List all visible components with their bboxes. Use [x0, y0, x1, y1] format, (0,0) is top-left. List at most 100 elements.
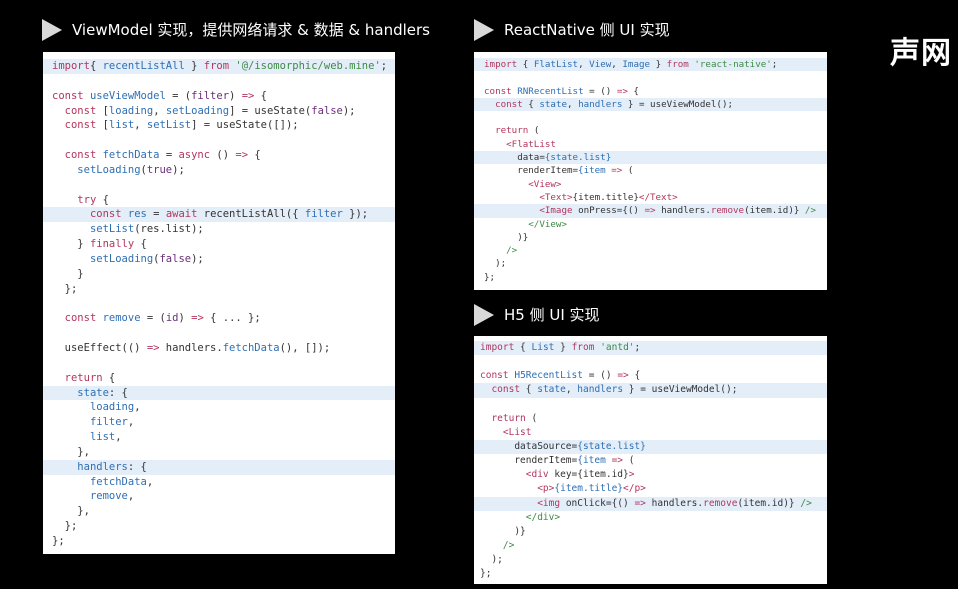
- code-token: = (): [583, 85, 617, 97]
- code-token: recentListAll: [102, 60, 185, 72]
- code-token: </View>: [528, 218, 567, 230]
- code-token: async: [178, 149, 211, 162]
- code-token: import: [480, 342, 515, 353]
- code-token: remove: [703, 497, 738, 509]
- code-token: remove: [89, 490, 128, 503]
- code-line: const H5RecentList = () => {: [474, 369, 827, 383]
- code-token: handlers: [77, 460, 128, 473]
- code-token: {: [254, 89, 267, 102]
- code-token: const: [491, 384, 521, 396]
- code-token: View: [589, 59, 612, 70]
- code-token: const: [89, 208, 122, 221]
- code-token: >: [628, 469, 635, 481]
- code-token: (): [210, 149, 236, 162]
- viewmodel-code-block: import{ recentListAll } from '@/isomorph…: [43, 59, 395, 549]
- code-token: );: [484, 258, 507, 270]
- code-token: loading: [89, 401, 135, 414]
- code-token: ,: [567, 98, 579, 110]
- code-token: ;: [771, 59, 778, 70]
- code-token: loading: [108, 104, 154, 117]
- code-token: =>: [611, 165, 623, 177]
- code-line: <div key={item.id}>: [474, 468, 827, 482]
- code-line: )}: [474, 525, 827, 539]
- code-line: useEffect(() => handlers.fetchData(), []…: [43, 341, 395, 356]
- code-token: setLoading: [165, 104, 230, 117]
- code-line: setLoading(true);: [43, 163, 395, 178]
- code-token: } = useViewModel();: [623, 384, 738, 396]
- code-token: try: [77, 193, 97, 206]
- code-token: = (): [582, 370, 618, 382]
- code-token: )}: [484, 231, 529, 243]
- code-token: =>: [241, 89, 255, 102]
- highlighted-code-line: const res = await recentListAll({ filter…: [43, 207, 395, 223]
- code-line: />: [474, 539, 827, 553]
- code-token: </p>: [623, 483, 646, 495]
- highlighted-code-line: import { List } from 'antd';: [474, 341, 827, 356]
- code-token: />: [506, 245, 518, 257]
- code-line: />: [474, 244, 827, 257]
- play-triangle-icon: [42, 19, 62, 41]
- code-token: ): [178, 312, 192, 325]
- code-token: handlers: [578, 98, 623, 110]
- code-token: filter: [191, 89, 230, 102]
- code-token: =>: [146, 342, 160, 355]
- code-token: };: [484, 271, 496, 283]
- code-token: },: [52, 445, 90, 458]
- code-token: />: [800, 497, 812, 509]
- code-token: = (: [140, 312, 166, 325]
- code-token: }: [52, 238, 90, 251]
- code-token: handlers.: [159, 342, 223, 355]
- code-line: );: [474, 257, 827, 270]
- code-token: <img: [537, 497, 561, 509]
- code-line: setLoading(false);: [43, 252, 395, 267]
- code-token: ,: [146, 475, 154, 488]
- code-token: <Text>: [539, 191, 573, 203]
- code-token: RNRecentList: [517, 85, 584, 97]
- code-token: state: [77, 386, 109, 399]
- h5-section-title: H5 侧 UI 实现: [474, 304, 600, 326]
- code-token: );: [480, 554, 503, 566]
- code-token: return: [64, 371, 103, 384]
- code-token: finally: [89, 238, 135, 251]
- code-token: {item.title}: [554, 483, 624, 495]
- code-line: </div>: [474, 511, 827, 525]
- code-token: id: [165, 312, 179, 325]
- code-token: {state.list}: [544, 152, 612, 164]
- code-line: setList(res.list);: [43, 222, 395, 237]
- code-token: (), []);: [279, 342, 331, 355]
- code-token: H5RecentList: [514, 370, 583, 382]
- code-token: {: [517, 59, 534, 70]
- code-token: {item: [577, 455, 606, 467]
- code-token: (item.id)}: [737, 497, 801, 509]
- play-triangle-icon: [474, 19, 494, 41]
- code-token: false: [311, 104, 343, 117]
- code-line: )}: [474, 231, 827, 244]
- code-line: <p>{item.title}</p>: [474, 482, 827, 496]
- code-token: setLoading: [89, 252, 154, 265]
- code-line: },: [43, 445, 395, 460]
- code-token: const: [64, 104, 97, 117]
- code-token: {: [514, 342, 532, 353]
- code-line: fetchData,: [43, 475, 395, 490]
- code-line: filter,: [43, 415, 395, 430]
- code-line: renderItem={item => (: [474, 454, 827, 468]
- code-token: '@/isomorphic/web.mine': [235, 60, 381, 72]
- code-token: (res.list);: [134, 223, 204, 236]
- code-token: />: [502, 539, 515, 551]
- code-token: ,: [565, 384, 578, 396]
